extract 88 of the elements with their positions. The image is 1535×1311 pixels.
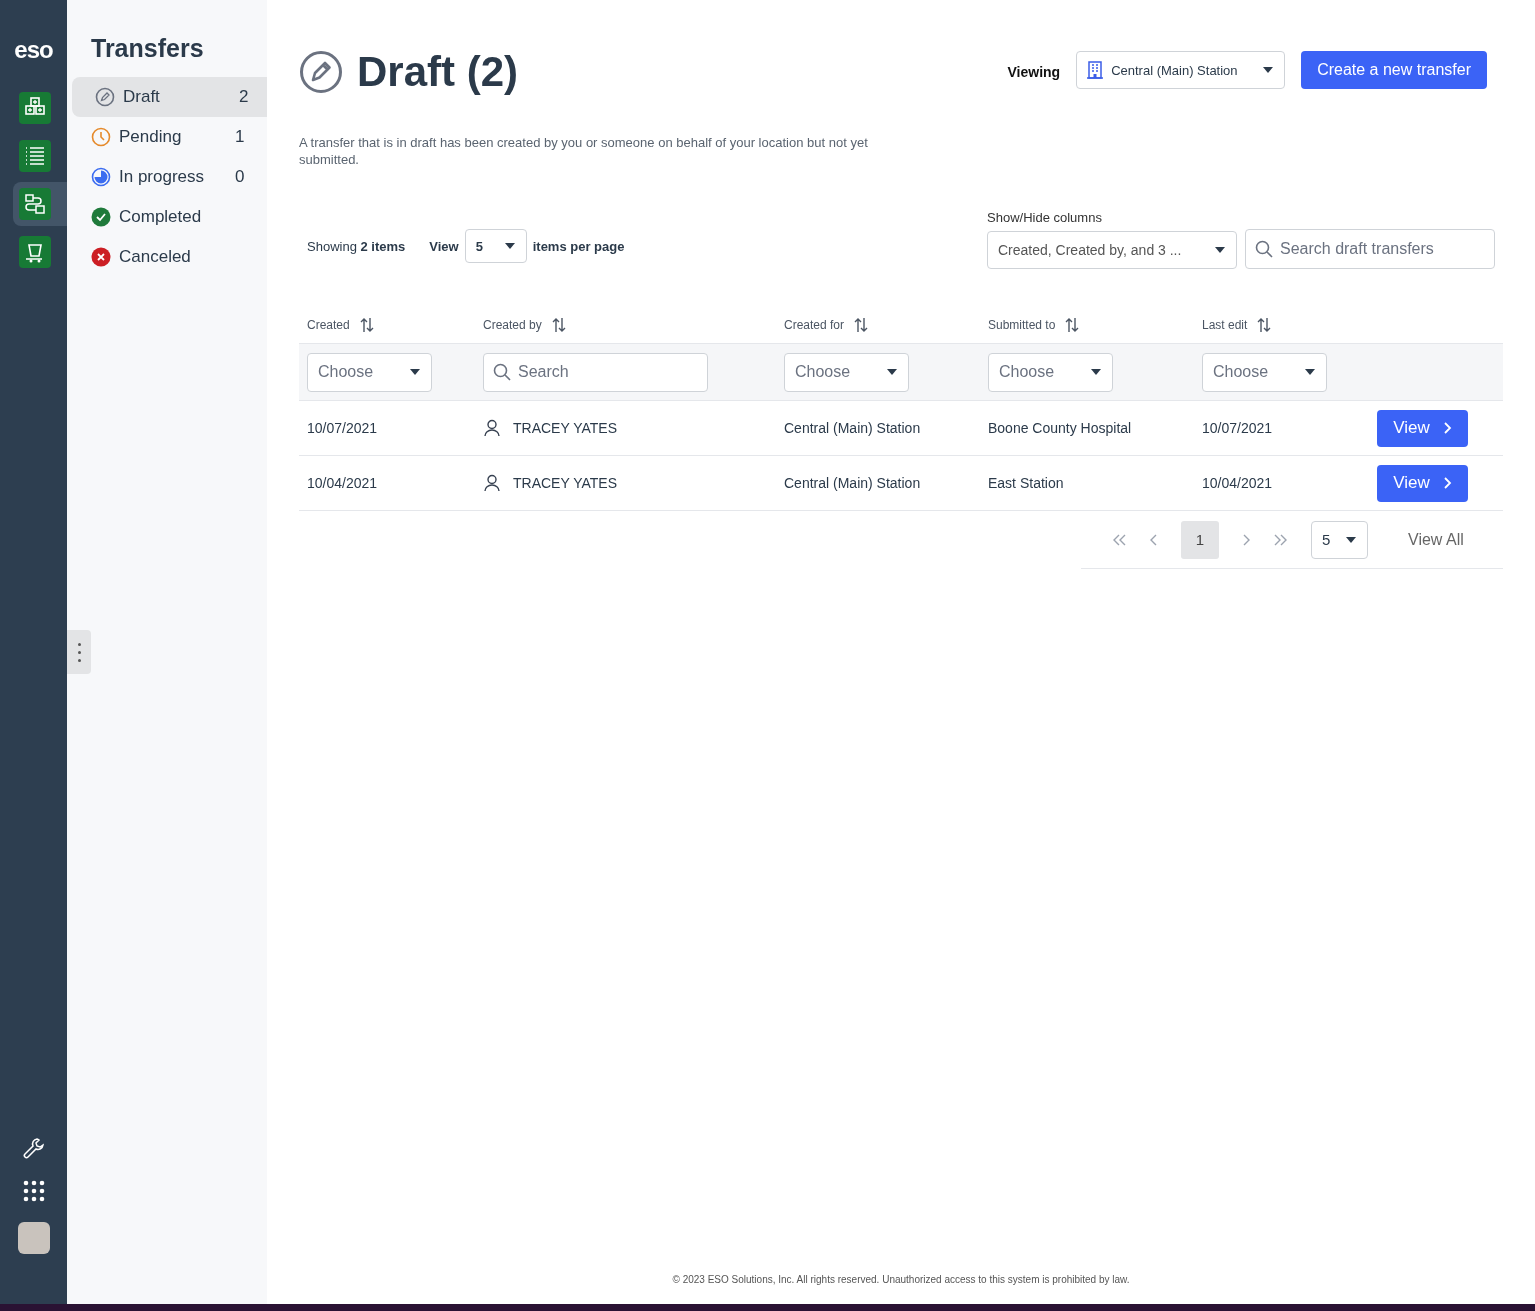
- page-button[interactable]: 1: [1181, 520, 1219, 559]
- table-cell: TRACEY YATES: [513, 420, 617, 436]
- table-cell: Central (Main) Station: [784, 475, 921, 491]
- status-label: Canceled: [119, 247, 192, 267]
- sort-icon: [1065, 317, 1080, 333]
- table-cell: TRACEY YATES: [513, 475, 617, 491]
- person-icon: [483, 419, 501, 437]
- chevron-right-icon: [1441, 477, 1452, 489]
- status-nav-item[interactable]: Completed: [72, 197, 267, 237]
- filter-select[interactable]: Choose: [784, 352, 909, 392]
- columns-select[interactable]: Created, Created by, and 3 ...: [987, 231, 1237, 269]
- pencil-circle-icon: [299, 50, 343, 94]
- cart-icon: [19, 236, 51, 268]
- next-page-icon: [1241, 533, 1251, 546]
- chevron-right-icon: [1441, 422, 1452, 434]
- table-cell: Central (Main) Station: [784, 420, 921, 436]
- status-label: Completed: [119, 207, 203, 227]
- status-nav-item[interactable]: Pending 1: [72, 117, 267, 157]
- caret-icon: [886, 368, 898, 376]
- caret-icon: [1090, 368, 1102, 376]
- column-header[interactable]: Last edit: [1202, 317, 1272, 333]
- status-label: Draft: [123, 87, 161, 107]
- view-label: View: [429, 238, 459, 254]
- check-circle-icon: [91, 207, 111, 227]
- caret-icon: [1262, 66, 1275, 74]
- station-select[interactable]: Central (Main) Station: [1076, 51, 1286, 89]
- table-cell: 10/07/2021: [307, 420, 378, 436]
- view-button[interactable]: View: [1377, 464, 1468, 502]
- filter-select[interactable]: Choose: [1202, 352, 1327, 392]
- columns-label: Show/Hide columns: [987, 210, 1103, 225]
- description: A transfer that is in draft has been created by you or someone on behalf of your location but not yet submitted.: [299, 134, 869, 168]
- drag-handle-icon[interactable]: [67, 630, 91, 674]
- clock-icon: [91, 127, 111, 147]
- per-page-select[interactable]: 5: [464, 229, 527, 263]
- search-field[interactable]: Search draft transfers: [1245, 229, 1495, 269]
- filter-select[interactable]: Choose: [307, 352, 432, 392]
- filter-select[interactable]: Choose: [988, 352, 1113, 392]
- status-nav-item[interactable]: Draft 2: [72, 77, 267, 117]
- table-cell: 10/07/2021: [1202, 420, 1273, 436]
- previous-page-icon: [1149, 533, 1159, 546]
- logo: eso: [14, 36, 53, 64]
- sort-icon: [551, 317, 566, 333]
- person-icon: [483, 474, 501, 492]
- create-transfer-button[interactable]: Create a new transfer: [1301, 51, 1487, 89]
- view-all-link[interactable]: View All: [1408, 530, 1464, 549]
- copyright-text: © 2023 ESO Solutions, Inc. All rights reserved. Unauthorized access to this system is prohibited by law.: [671, 1274, 1131, 1285]
- column-header[interactable]: Created: [307, 317, 374, 333]
- transfer-icon: [19, 188, 51, 220]
- table-cell: 10/04/2021: [307, 475, 378, 491]
- close-circle-icon: [91, 247, 111, 267]
- caret-icon: [503, 242, 516, 250]
- table-cell: East Station: [988, 475, 1064, 491]
- grid-plus-icon: [19, 92, 51, 124]
- wrench-icon[interactable]: [21, 1136, 46, 1160]
- building-icon: [1087, 61, 1104, 79]
- table-cell: 10/04/2021: [1202, 475, 1273, 491]
- status-nav-item[interactable]: Canceled: [72, 237, 267, 277]
- status-count: 0: [235, 167, 245, 187]
- progress-circle-icon: [91, 167, 111, 187]
- column-header[interactable]: Created by: [483, 317, 566, 333]
- status-label: Pending: [119, 127, 183, 147]
- caret-icon: [1304, 368, 1316, 376]
- per-page-label: items per page: [532, 238, 625, 254]
- caret-icon: [1214, 246, 1226, 254]
- caret-icon: [409, 368, 421, 376]
- viewing-label: Viewing: [1007, 64, 1061, 80]
- status-nav-item[interactable]: In progress 0: [72, 157, 267, 197]
- pencil-circle-icon: [95, 87, 115, 107]
- page-title: Draft (2): [357, 48, 518, 96]
- column-header[interactable]: Created for: [784, 317, 869, 333]
- apps-grid-icon[interactable]: [22, 1180, 45, 1202]
- list-icon: [19, 140, 51, 172]
- nav-button[interactable]: [13, 182, 67, 226]
- sort-icon: [1257, 317, 1272, 333]
- column-header[interactable]: Submitted to: [988, 317, 1080, 333]
- status-count: 2: [239, 87, 249, 107]
- sidebar-title: Transfers: [91, 34, 205, 63]
- table-cell: Boone County Hospital: [988, 420, 1132, 436]
- page-size-select[interactable]: 5: [1311, 520, 1368, 559]
- sort-icon: [359, 317, 374, 333]
- view-button[interactable]: View: [1377, 409, 1468, 447]
- avatar[interactable]: [17, 1222, 50, 1254]
- item-count: Showing 2 items: [307, 238, 406, 254]
- status-label: In progress: [119, 167, 206, 187]
- sort-icon: [854, 317, 869, 333]
- status-count: 1: [235, 127, 245, 147]
- filter-search-field[interactable]: Search: [483, 352, 708, 392]
- caret-icon: [1345, 535, 1357, 544]
